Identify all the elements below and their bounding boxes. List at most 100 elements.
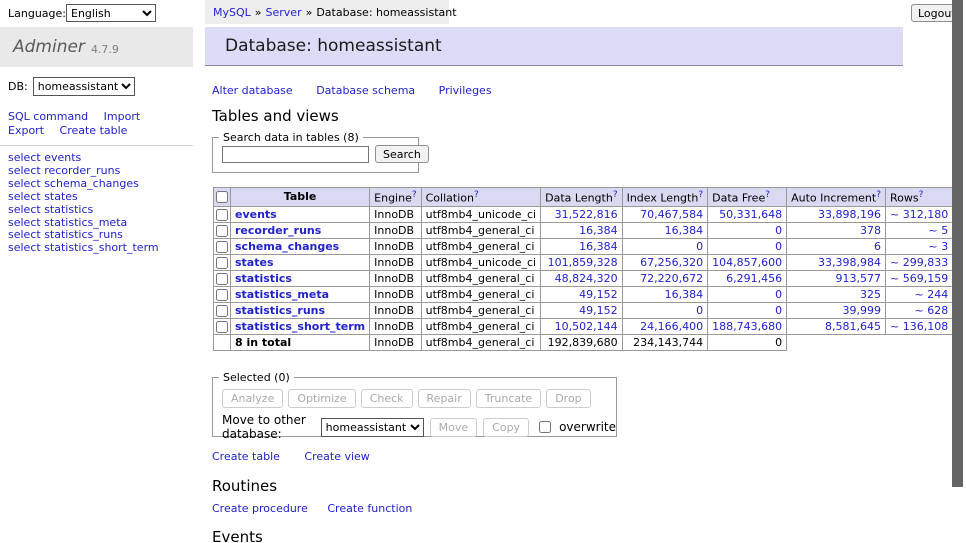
index-length-link[interactable]: 16,384 (665, 224, 704, 237)
index-length-help-link[interactable]: ? (698, 190, 703, 200)
rows-count-link[interactable]: ~ 628 (914, 304, 948, 317)
export-link[interactable]: Export (8, 124, 44, 137)
data-length-link[interactable]: 101,859,328 (548, 256, 618, 269)
language-select[interactable]: English (66, 4, 156, 22)
table-link[interactable]: statistics_meta (44, 216, 127, 229)
db-select[interactable]: homeassistant (33, 77, 135, 96)
select-link[interactable]: select (8, 216, 41, 229)
index-length-link[interactable]: 67,256,320 (640, 256, 703, 269)
data-free-link[interactable]: 50,331,648 (719, 208, 782, 221)
index-length-link[interactable]: 16,384 (665, 288, 704, 301)
select-link[interactable]: select (8, 241, 41, 254)
table-link[interactable]: statistics_runs (44, 228, 123, 241)
data-length-help-link[interactable]: ? (613, 190, 618, 200)
table-link[interactable]: schema_changes (44, 177, 139, 190)
select-link[interactable]: select (8, 190, 41, 203)
data-length-link[interactable]: 16,384 (579, 240, 618, 253)
table-name-link[interactable]: states (235, 256, 274, 269)
breadcrumb-mysql-link[interactable]: MySQL (213, 6, 251, 19)
table-name-link[interactable]: statistics (235, 272, 292, 285)
scrollbar-track[interactable] (952, 0, 966, 543)
table-link[interactable]: events (44, 151, 81, 164)
row-checkbox[interactable] (216, 305, 228, 317)
row-checkbox[interactable] (216, 209, 228, 221)
index-length-link[interactable]: 24,166,400 (640, 320, 703, 333)
rows-count-link[interactable]: ~ 244 (914, 288, 948, 301)
data-length-link[interactable]: 48,824,320 (555, 272, 618, 285)
data-free-help-link[interactable]: ? (765, 190, 770, 200)
index-length-link[interactable]: 72,220,672 (640, 272, 703, 285)
row-checkbox[interactable] (216, 225, 228, 237)
data-length-link[interactable]: 49,152 (579, 304, 618, 317)
row-checkbox[interactable] (216, 241, 228, 253)
select-link[interactable]: select (8, 151, 41, 164)
rows-count-link[interactable]: ~ 3 (928, 240, 948, 253)
table-name-link[interactable]: schema_changes (235, 240, 339, 253)
table-link[interactable]: states (44, 190, 78, 203)
data-length-link[interactable]: 31,522,816 (555, 208, 618, 221)
select-link[interactable]: select (8, 164, 41, 177)
select-link[interactable]: select (8, 177, 41, 190)
sql-command-link[interactable]: SQL command (8, 110, 88, 123)
table-name-link[interactable]: statistics_short_term (235, 320, 365, 333)
auto-increment-link[interactable]: 33,398,984 (818, 256, 881, 269)
select-link[interactable]: select (8, 228, 41, 241)
auto-increment-link[interactable]: 325 (860, 288, 881, 301)
row-checkbox[interactable] (216, 257, 228, 269)
privileges-link[interactable]: Privileges (439, 84, 492, 97)
collation-help-link[interactable]: ? (474, 190, 479, 200)
auto-increment-link[interactable]: 33,898,196 (818, 208, 881, 221)
data-length-link[interactable]: 16,384 (579, 224, 618, 237)
data-free-link[interactable]: 0 (775, 304, 782, 317)
select-all-checkbox[interactable] (216, 191, 228, 203)
breadcrumb-server-link[interactable]: Server (266, 6, 302, 19)
auto-increment-link[interactable]: 913,577 (836, 272, 882, 285)
row-checkbox[interactable] (216, 321, 228, 333)
create-view-link[interactable]: Create view (304, 450, 369, 463)
select-link[interactable]: select (8, 203, 41, 216)
auto-increment-link[interactable]: 8,581,645 (825, 320, 881, 333)
overwrite-checkbox[interactable] (539, 421, 551, 433)
data-free-link[interactable]: 104,857,600 (712, 256, 782, 269)
data-free-link[interactable]: 6,291,456 (726, 272, 782, 285)
data-free-link[interactable]: 0 (775, 288, 782, 301)
data-length-link[interactable]: 10,502,144 (555, 320, 618, 333)
auto-increment-link[interactable]: 39,999 (843, 304, 882, 317)
create-table-link[interactable]: Create table (212, 450, 280, 463)
create-table-link-sidebar[interactable]: Create table (60, 124, 128, 137)
database-schema-link[interactable]: Database schema (316, 84, 415, 97)
create-function-link[interactable]: Create function (327, 502, 412, 515)
row-checkbox[interactable] (216, 289, 228, 301)
table-link[interactable]: recorder_runs (44, 164, 120, 177)
index-length-link[interactable]: 0 (696, 304, 703, 317)
rows-help-link[interactable]: ? (919, 190, 924, 200)
index-length-link[interactable]: 70,467,584 (640, 208, 703, 221)
rows-count-link[interactable]: ~ 136,108 (890, 320, 948, 333)
table-name-link[interactable]: statistics_meta (235, 288, 329, 301)
rows-count-link[interactable]: ~ 5 (928, 224, 948, 237)
data-length-link[interactable]: 49,152 (579, 288, 618, 301)
data-free-link[interactable]: 0 (775, 240, 782, 253)
auto-increment-help-link[interactable]: ? (876, 190, 881, 200)
scrollbar-thumb[interactable] (952, 0, 963, 487)
auto-increment-link[interactable]: 6 (874, 240, 881, 253)
index-length-link[interactable]: 0 (696, 240, 703, 253)
table-name-link[interactable]: statistics_runs (235, 304, 325, 317)
create-procedure-link[interactable]: Create procedure (212, 502, 308, 515)
table-link[interactable]: statistics (44, 203, 93, 216)
rows-count-link[interactable]: ~ 312,180 (890, 208, 948, 221)
engine-help-link[interactable]: ? (412, 190, 417, 200)
rows-count-link[interactable]: ~ 569,159 (890, 272, 948, 285)
table-name-link[interactable]: events (235, 208, 277, 221)
search-button[interactable]: Search (375, 145, 429, 163)
move-database-select[interactable]: homeassistant (321, 418, 424, 437)
search-input[interactable] (222, 146, 369, 163)
data-free-link[interactable]: 0 (775, 224, 782, 237)
rows-count-link[interactable]: ~ 299,833 (890, 256, 948, 269)
auto-increment-link[interactable]: 378 (860, 224, 881, 237)
import-link[interactable]: Import (104, 110, 141, 123)
table-name-link[interactable]: recorder_runs (235, 224, 321, 237)
data-free-link[interactable]: 188,743,680 (712, 320, 782, 333)
table-link[interactable]: statistics_short_term (44, 241, 158, 254)
row-checkbox[interactable] (216, 273, 228, 285)
